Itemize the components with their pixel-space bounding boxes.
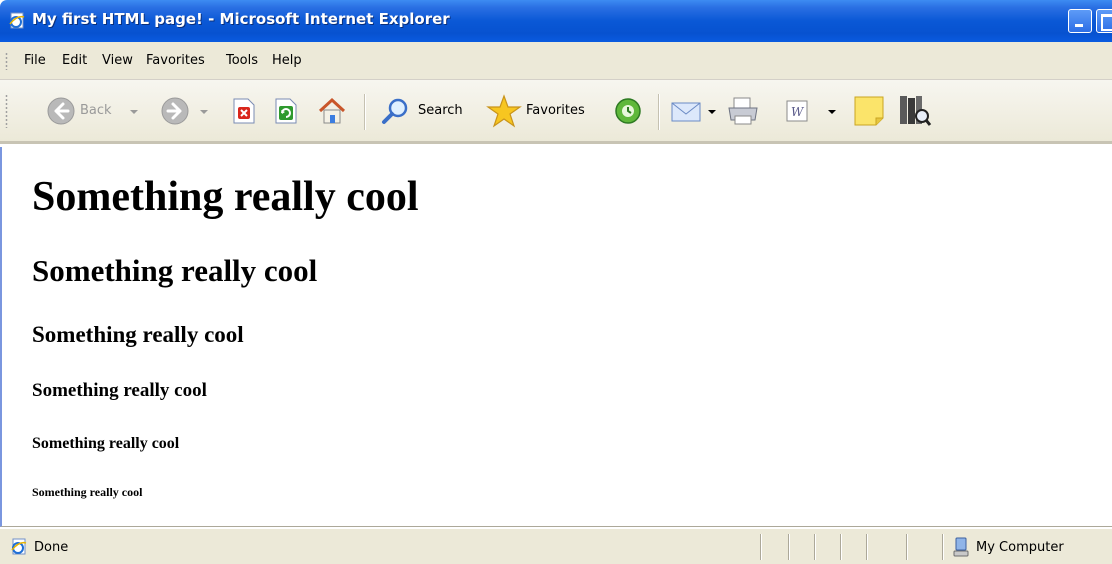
favorites-star-icon[interactable]: [486, 94, 522, 128]
window-title: My first HTML page! - Microsoft Internet…: [32, 10, 450, 28]
minimize-button[interactable]: [1068, 9, 1092, 33]
heading-4: Something really cool: [32, 380, 207, 401]
home-icon[interactable]: [316, 96, 348, 126]
heading-6: Something really cool: [32, 485, 143, 499]
search-button-label[interactable]: Search: [418, 103, 463, 118]
stop-icon[interactable]: [232, 98, 256, 124]
back-dropdown-arrow-icon[interactable]: [130, 110, 138, 114]
page-done-icon: [11, 538, 27, 555]
status-text: Done: [34, 540, 69, 555]
back-arrow-icon[interactable]: [46, 96, 76, 126]
mail-icon[interactable]: [670, 98, 704, 124]
forward-arrow-icon[interactable]: [160, 96, 190, 126]
edit-dropdown-arrow-icon[interactable]: [828, 110, 836, 114]
status-pane-divider: [840, 534, 841, 560]
research-books-icon[interactable]: [898, 94, 932, 128]
status-pane-divider: [942, 534, 943, 560]
back-button-label[interactable]: Back: [80, 103, 112, 118]
menu-edit[interactable]: Edit: [62, 53, 87, 68]
status-bar: Done My Computer: [0, 528, 1112, 564]
search-icon[interactable]: [380, 96, 412, 126]
heading-1: Something really cool: [32, 174, 419, 220]
svg-text:W: W: [791, 105, 805, 119]
menu-view[interactable]: View: [102, 53, 133, 68]
heading-3: Something really cool: [32, 322, 244, 347]
page-content[interactable]: Something really cool Something really c…: [0, 147, 1112, 527]
status-pane-divider: [788, 534, 789, 560]
toolbar-grip-handle[interactable]: [5, 94, 8, 128]
menu-grip-handle[interactable]: [5, 52, 8, 70]
menu-file[interactable]: File: [24, 53, 46, 68]
status-pane-divider: [906, 534, 907, 560]
heading-2: Something really cool: [32, 253, 318, 288]
forward-dropdown-arrow-icon[interactable]: [200, 110, 208, 114]
security-zone-label: My Computer: [976, 540, 1064, 555]
heading-5: Something really cool: [32, 435, 180, 452]
discuss-note-icon[interactable]: [852, 94, 886, 128]
print-icon[interactable]: [726, 96, 760, 126]
menu-tools[interactable]: Tools: [226, 53, 258, 68]
toolbar-separator: [658, 94, 659, 130]
standard-toolbar: Back Search Favorites W: [0, 80, 1112, 144]
menu-help[interactable]: Help: [272, 53, 302, 68]
menu-favorites[interactable]: Favorites: [146, 53, 205, 68]
ie-page-icon: [9, 12, 25, 29]
computer-zone-icon: [953, 537, 969, 557]
mail-dropdown-arrow-icon[interactable]: [708, 110, 716, 114]
menu-bar: File Edit View Favorites Tools Help: [0, 42, 1112, 80]
word-edit-icon[interactable]: W: [784, 98, 810, 124]
status-pane-divider: [814, 534, 815, 560]
status-pane-divider: [760, 534, 761, 560]
media-history-icon[interactable]: [612, 96, 644, 126]
toolbar-separator: [364, 94, 365, 130]
maximize-button[interactable]: [1096, 9, 1112, 33]
favorites-button-label[interactable]: Favorites: [526, 103, 585, 118]
title-bar[interactable]: My first HTML page! - Microsoft Internet…: [0, 0, 1112, 42]
status-pane-divider: [866, 534, 867, 560]
refresh-icon[interactable]: [274, 98, 298, 124]
